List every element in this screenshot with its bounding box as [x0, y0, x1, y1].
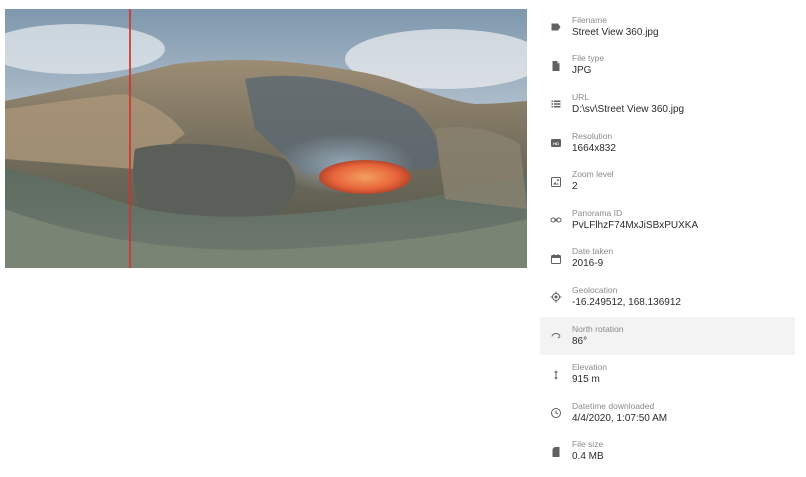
property-label: File size	[572, 439, 604, 450]
property-resolution[interactable]: HD Resolution 1664x832	[540, 124, 795, 163]
property-label: Elevation	[572, 362, 607, 373]
property-label: Date taken	[572, 246, 614, 257]
property-file-type[interactable]: File type JPG	[540, 47, 795, 86]
list-icon	[540, 98, 572, 110]
property-north-rotation[interactable]: North rotation 86°	[540, 316, 795, 356]
property-value: D:\sv\Street View 360.jpg	[572, 103, 685, 115]
property-label: File type	[572, 53, 605, 64]
property-value: PvLFlhzF74MxJiSBxPUXKA	[572, 219, 699, 231]
label-icon	[540, 21, 572, 33]
property-panorama-id[interactable]: Panorama ID PvLFlhzF74MxJiSBxPUXKA	[540, 201, 795, 240]
rotation-icon	[540, 330, 572, 342]
property-value: 2	[572, 181, 578, 193]
zoom-image-icon	[540, 176, 572, 188]
panorama-image	[5, 9, 527, 268]
link-icon	[540, 214, 572, 226]
clock-icon	[540, 407, 572, 419]
property-label: Resolution	[572, 130, 613, 141]
property-zoom-level[interactable]: Zoom level 2	[540, 162, 795, 201]
property-datetime-downloaded[interactable]: Datetime downloaded 4/4/2020, 1:07:50 AM	[540, 394, 795, 433]
property-label: Panorama ID	[572, 207, 623, 218]
file-icon	[540, 60, 572, 72]
property-file-size[interactable]: File size 0.4 MB	[540, 433, 795, 472]
properties-panel: Filename Street View 360.jpg File type J…	[540, 8, 795, 471]
property-label: Geolocation	[572, 284, 618, 295]
property-value: Street View 360.jpg	[572, 26, 659, 38]
property-label: URL	[572, 91, 590, 102]
property-value: 2016-9	[572, 258, 604, 270]
property-label: North rotation	[572, 323, 624, 334]
property-value: 4/4/2020, 1:07:50 AM	[572, 412, 668, 424]
property-value: 0.4 MB	[572, 451, 604, 463]
north-direction-line	[129, 9, 131, 268]
property-label: Filename	[572, 14, 607, 25]
property-geolocation[interactable]: Geolocation -16.249512, 168.136912	[540, 278, 795, 317]
property-value: -16.249512, 168.136912	[572, 296, 681, 308]
gps-icon	[540, 291, 572, 303]
property-elevation[interactable]: Elevation 915 m	[540, 355, 795, 394]
svg-text:HD: HD	[553, 141, 559, 146]
property-value: JPG	[572, 65, 592, 77]
sd-card-icon	[540, 446, 572, 458]
calendar-icon	[540, 253, 572, 265]
panorama-preview[interactable]	[5, 9, 527, 268]
property-value: 915 m	[572, 374, 600, 386]
property-label: Zoom level	[572, 169, 614, 180]
property-value: 1664x832	[572, 142, 616, 154]
property-label: Datetime downloaded	[572, 400, 655, 411]
vertical-arrows-icon	[540, 369, 572, 381]
property-url[interactable]: URL D:\sv\Street View 360.jpg	[540, 85, 795, 124]
property-filename[interactable]: Filename Street View 360.jpg	[540, 8, 795, 47]
property-date-taken[interactable]: Date taken 2016-9	[540, 240, 795, 279]
hd-icon: HD	[540, 137, 572, 149]
property-value: 86°	[572, 335, 588, 347]
